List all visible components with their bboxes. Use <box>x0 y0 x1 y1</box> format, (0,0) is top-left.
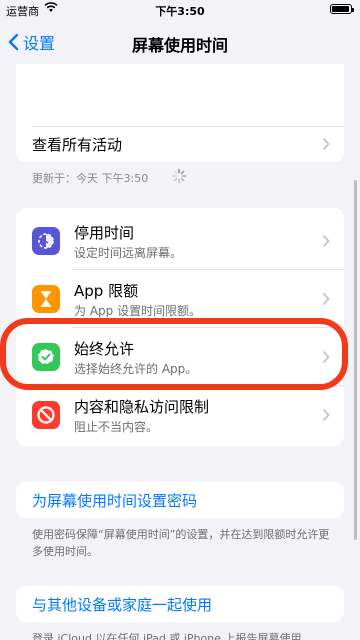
item-title: 始终允许 <box>74 340 135 358</box>
list-item-always-allowed[interactable]: 始终允许 选择始终允许的 App。 <box>16 328 344 386</box>
see-all-activity-label: 查看所有活动 <box>32 136 123 154</box>
item-title: App 限额 <box>74 282 139 300</box>
set-passcode-link[interactable]: 为屏幕使用时间设置密码 <box>32 490 197 511</box>
battery-icon <box>330 4 354 14</box>
list-item-content-privacy[interactable]: 内容和隐私访问限制 阻止不当内容。 <box>16 386 344 444</box>
downtime-icon <box>32 227 60 255</box>
status-bar: 运营商 下午3:50 <box>0 0 360 20</box>
chevron-right-icon <box>322 234 330 248</box>
list-item-downtime[interactable]: 停用时间 设定时间远离屏幕。 <box>16 212 344 270</box>
restriction-icon <box>32 401 60 429</box>
see-all-activity-row[interactable]: 查看所有活动 <box>16 126 344 162</box>
list-item-app-limits[interactable]: App 限额 为 App 设置时间限额。 <box>16 270 344 328</box>
check-badge-icon <box>32 343 60 371</box>
set-passcode-row[interactable]: 为屏幕使用时间设置密码 <box>16 482 344 518</box>
scrollbar[interactable] <box>354 180 357 540</box>
settings-scroll-view[interactable]: 查看所有活动 更新于：今天 下午3:50 停用时间 设定时间远离屏幕。 App … <box>0 64 360 640</box>
item-subtitle: 选择始终允许的 App。 <box>74 362 198 376</box>
updated-label: 更新于：今天 下午3:50 <box>32 172 149 185</box>
page-title: 屏幕使用时间 <box>131 36 228 55</box>
item-title: 停用时间 <box>74 224 135 242</box>
share-across-devices-link[interactable]: 与其他设备或家庭一起使用 <box>32 594 212 615</box>
item-subtitle: 设定时间远离屏幕。 <box>74 246 183 260</box>
hourglass-icon <box>32 285 60 313</box>
passcode-footnote: 使用密码保障“屏幕使用时间”的设置，并在达到限额时允许更多使用时间。 <box>32 528 330 558</box>
share-across-devices-row[interactable]: 与其他设备或家庭一起使用 <box>16 586 344 622</box>
item-title: 内容和隐私访问限制 <box>74 398 210 416</box>
chevron-right-icon <box>322 408 330 422</box>
chevron-right-icon <box>322 292 330 306</box>
navigation-bar: 设置 屏幕使用时间 <box>0 20 360 64</box>
share-footnote: 登录 iCloud 以在任何 iPad 或 iPhone 上报告屏幕使用 <box>32 632 302 640</box>
clock: 下午3:50 <box>155 5 205 18</box>
item-subtitle: 阻止不当内容。 <box>74 420 159 434</box>
activity-card: 查看所有活动 <box>16 64 344 162</box>
screen-time-options-card: 停用时间 设定时间远离屏幕。 App 限额 为 App 设置时间限额。 始终允许… <box>16 208 344 446</box>
item-subtitle: 为 App 设置时间限额。 <box>74 304 202 318</box>
loading-spinner-icon <box>171 168 187 184</box>
chevron-right-icon <box>322 350 330 364</box>
chevron-right-icon <box>322 137 330 151</box>
